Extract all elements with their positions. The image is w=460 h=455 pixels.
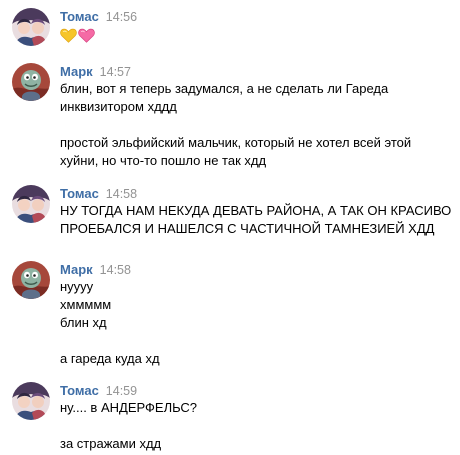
- avatar[interactable]: [12, 185, 50, 223]
- message-time[interactable]: 14:57: [100, 65, 131, 79]
- message-content: Марк 14:58 нуууу хммммм блин хд а гареда …: [60, 261, 452, 368]
- avatar[interactable]: [12, 8, 50, 46]
- message-content: Томас 14:59 ну.... в АНДЕРФЕЛЬС? за страж…: [60, 382, 452, 453]
- message-time[interactable]: 14:59: [106, 384, 137, 398]
- message-text-line: блин хд: [60, 315, 107, 330]
- message-text-line: а гареда куда хд: [60, 351, 160, 366]
- emoji-row: [60, 25, 452, 49]
- author-name[interactable]: Марк: [60, 64, 93, 79]
- message-text-line: нуууу: [60, 279, 94, 294]
- author-name[interactable]: Марк: [60, 262, 93, 277]
- message-meta: Томас 14:59: [60, 382, 452, 399]
- message-text-line: блин, вот я теперь задумался, а не сдела…: [60, 81, 389, 96]
- message-time[interactable]: 14:58: [100, 263, 131, 277]
- author-name[interactable]: Томас: [60, 9, 99, 24]
- message-meta: Томас 14:58: [60, 185, 452, 202]
- message-meta: Марк 14:57: [60, 63, 452, 80]
- message-text-line: за стражами хдд: [60, 436, 162, 451]
- message-time[interactable]: 14:56: [106, 10, 137, 24]
- avatar[interactable]: [12, 382, 50, 420]
- message-time[interactable]: 14:58: [106, 187, 137, 201]
- message-text-line: простой эльфийский мальчик, который не х…: [60, 135, 412, 150]
- avatar[interactable]: [12, 261, 50, 299]
- message-text-line: ну.... в АНДЕРФЕЛЬС?: [60, 400, 197, 415]
- yellow-heart-icon: [60, 28, 77, 43]
- message-text-line: инквизитором хддд: [60, 99, 177, 114]
- message-meta: Марк 14:58: [60, 261, 452, 278]
- message-text-line: хммммм: [60, 297, 112, 312]
- anime-avatar-icon: [12, 185, 50, 223]
- message-text-line: хуйни, но что-то пошло не так хдд: [60, 153, 267, 168]
- message-meta: Томас 14:56: [60, 8, 452, 25]
- message-content: Томас 14:56: [60, 8, 452, 49]
- avatar[interactable]: [12, 63, 50, 101]
- message-history: Томас 14:56 Марк 14:57 блин, вот я тепер…: [0, 0, 460, 455]
- message-content: Томас 14:58 НУ ТОГДА НАМ НЕКУДА ДЕВАТЬ РА…: [60, 185, 452, 238]
- cartoon-avatar-icon: [12, 63, 50, 101]
- message-text-line: НУ ТОГДА НАМ НЕКУДА ДЕВАТЬ РАЙОНА, А ТАК…: [60, 203, 452, 218]
- anime-avatar-icon: [12, 382, 50, 420]
- cartoon-avatar-icon: [12, 261, 50, 299]
- anime-avatar-icon: [12, 8, 50, 46]
- author-name[interactable]: Томас: [60, 383, 99, 398]
- message-content: Марк 14:57 блин, вот я теперь задумался, …: [60, 63, 452, 170]
- author-name[interactable]: Томас: [60, 186, 99, 201]
- pink-heart-icon: [78, 28, 95, 43]
- message-text-line: ПРОЕБАЛСЯ И НАШЕЛСЯ С ЧАСТИЧНОЙ ТАМНЕЗИЕ…: [60, 221, 435, 236]
